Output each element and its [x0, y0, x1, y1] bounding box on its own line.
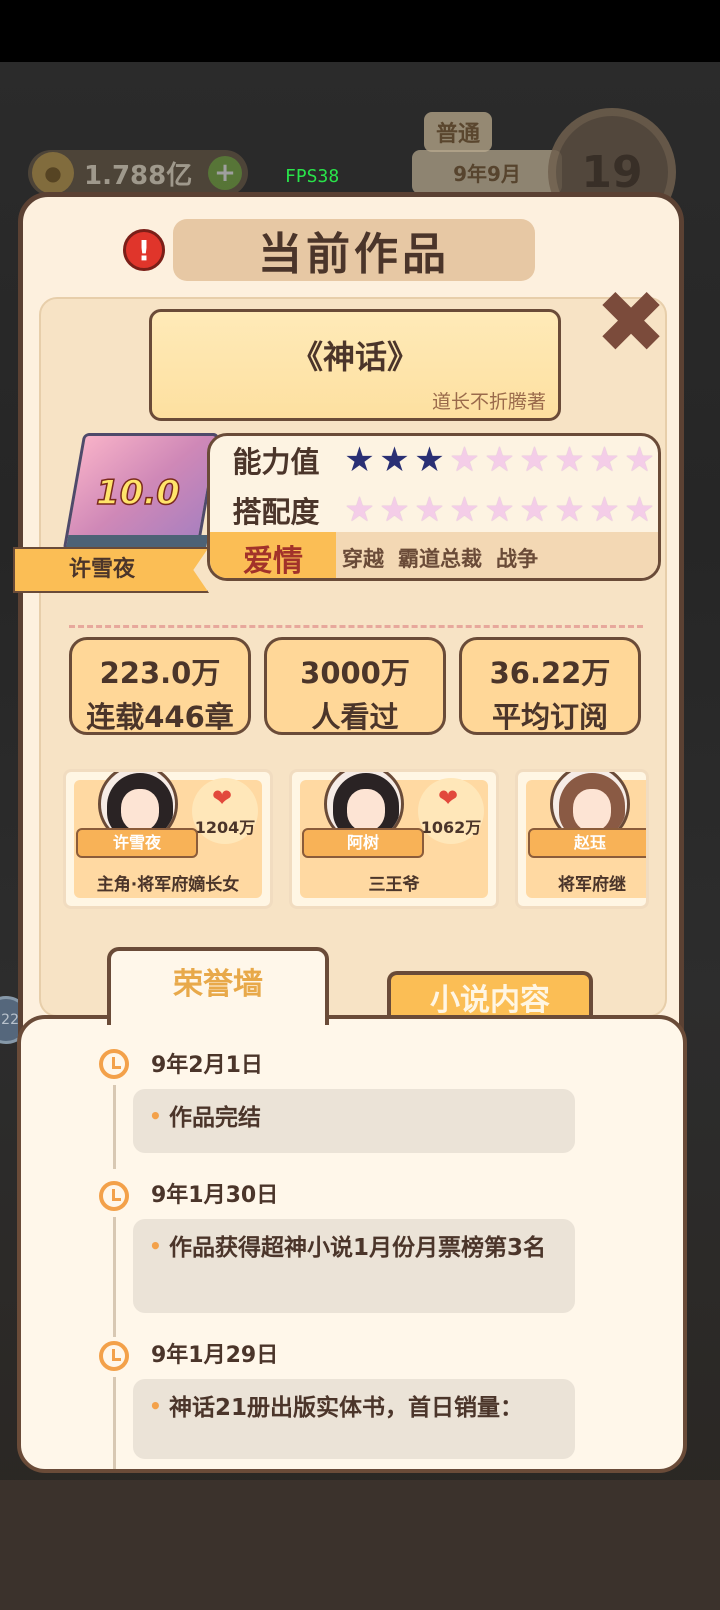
stat-readers: 3000万 人看过 [264, 637, 446, 735]
likes-bubble: ❤ 1204万 [192, 778, 258, 844]
stat-label: 人看过 [311, 700, 399, 734]
star-empty-icon: ★ [589, 490, 620, 530]
timeline-date: 9年2月1日 [151, 1053, 263, 1078]
timeline-entry: 神话21册出版实体书，首日销量： [133, 1379, 575, 1459]
divider [69, 625, 643, 628]
attribute-box: 能力值 ★ ★ ★ ★ ★ ★ ★ ★ ★ 搭配度 ★ ★ ★ ★ ★ ★ ★ ★ ★ 爱情 穿越 霸道总裁 战… [207, 433, 661, 581]
star-empty-icon: ★ [624, 440, 655, 480]
stat-chapters: 223.0万 连载446章 [69, 637, 251, 735]
timeline-date: 9年1月29日 [151, 1343, 279, 1368]
clock-icon [99, 1341, 129, 1371]
star-empty-icon: ★ [589, 440, 620, 480]
heart-icon: ❤ [212, 784, 233, 812]
close-button[interactable]: ✖ [593, 280, 669, 366]
book-title: 《神话》 [290, 338, 419, 376]
stat-value: 223.0万 [99, 656, 221, 690]
stat-value: 3000万 [300, 656, 410, 690]
timeline-entry: 作品获得超神小说1月份月票榜第3名 [133, 1219, 575, 1313]
match-row: 搭配度 ★ ★ ★ ★ ★ ★ ★ ★ ★ [210, 486, 658, 534]
sub-genre-list: 穿越 霸道总裁 战争 [336, 532, 658, 578]
star-empty-icon: ★ [624, 490, 655, 530]
character-card[interactable]: 赵珏 将军府继 [515, 769, 649, 909]
timeline-date: 9年1月30日 [151, 1183, 279, 1208]
sub-genre: 战争 [496, 547, 538, 571]
star-empty-icon: ★ [449, 490, 480, 530]
main-genre: 爱情 [210, 532, 336, 578]
character-card[interactable]: ❤ 1062万 阿树 三王爷 [289, 769, 499, 909]
timeline-line [113, 1085, 116, 1169]
heart-icon: ❤ [438, 784, 459, 812]
protagonist-ribbon: 许雪夜 [13, 547, 209, 593]
star-filled-icon: ★ [414, 440, 445, 480]
likes-value: 1062万 [420, 818, 482, 837]
fps-counter: FPS38 [285, 166, 340, 187]
game-date: 9年9月 [412, 150, 562, 194]
clock-icon [99, 1181, 129, 1211]
stat-label: 平均订阅 [491, 700, 608, 734]
sub-genre: 霸道总裁 [398, 547, 482, 571]
clock-icon [99, 1049, 129, 1079]
star-filled-icon: ★ [379, 440, 410, 480]
star-filled-icon: ★ [344, 440, 375, 480]
stat-subscriptions: 36.22万 平均订阅 [459, 637, 641, 735]
difficulty-tag: 普通 [424, 112, 492, 152]
coin-value: 1.788亿 [84, 160, 193, 191]
timeline-entry: 作品完结 [133, 1089, 575, 1153]
book-score: 10.0 [95, 472, 180, 514]
coin-icon: ● [32, 152, 74, 194]
modal-title: 当前作品 [173, 219, 535, 281]
character-name: 阿树 [302, 828, 424, 858]
status-bar [0, 0, 720, 62]
star-empty-icon: ★ [519, 440, 550, 480]
add-coins-button[interactable]: + [208, 156, 242, 190]
timeline-line [113, 1217, 116, 1337]
author-label: 道长不折腾著 [431, 391, 546, 413]
character-role: 将军府继 [558, 875, 626, 895]
character-card[interactable]: ❤ 1204万 许雪夜 主角·将军府嫡长女 [63, 769, 273, 909]
tab-label: 小说内容 [430, 983, 550, 1018]
match-stars: ★ ★ ★ ★ ★ ★ ★ ★ ★ [342, 490, 657, 530]
coin-counter[interactable]: ● 1.788亿 + [28, 150, 248, 196]
star-empty-icon: ★ [554, 440, 585, 480]
character-name: 赵珏 [528, 828, 646, 858]
likes-bubble: ❤ 1062万 [418, 778, 484, 844]
alert-icon[interactable]: ! [123, 229, 165, 271]
star-empty-icon: ★ [554, 490, 585, 530]
character-role: 主角·将军府嫡长女 [96, 875, 240, 895]
star-empty-icon: ★ [414, 490, 445, 530]
star-empty-icon: ★ [379, 490, 410, 530]
stat-label: 连载446章 [86, 700, 234, 734]
star-empty-icon: ★ [344, 490, 375, 530]
star-empty-icon: ★ [484, 490, 515, 530]
character-role: 三王爷 [368, 875, 420, 895]
tab-label: 荣誉墙 [173, 967, 263, 1002]
current-work-modal: ! 当前作品 ✖ 《神话》 道长不折腾著 10.0 许雪夜 能力值 ★ ★ ★ ★ ★ ★… [13, 192, 687, 1473]
bottom-floor [0, 1480, 720, 1610]
likes-value: 1204万 [194, 818, 256, 837]
protagonist-name: 许雪夜 [68, 557, 135, 582]
ability-stars: ★ ★ ★ ★ ★ ★ ★ ★ ★ [342, 440, 657, 480]
sub-genre: 穿越 [342, 547, 384, 571]
honor-wall-timeline[interactable]: 9年2月1日 作品完结 9年1月30日 作品获得超神小说1月份月票榜第3名 9年… [17, 1015, 687, 1473]
timeline-line [113, 1377, 116, 1469]
match-label: 搭配度 [232, 495, 320, 529]
tab-honor-wall[interactable]: 荣誉墙 [107, 947, 329, 1025]
tab-novel-content[interactable]: 小说内容 [387, 971, 593, 1019]
character-name: 许雪夜 [76, 828, 198, 858]
star-empty-icon: ★ [519, 490, 550, 530]
star-empty-icon: ★ [484, 440, 515, 480]
star-empty-icon: ★ [449, 440, 480, 480]
stat-value: 36.22万 [489, 656, 611, 690]
ability-label: 能力值 [232, 445, 320, 479]
ability-row: 能力值 ★ ★ ★ ★ ★ ★ ★ ★ ★ [210, 436, 658, 484]
book-title-box: 《神话》 道长不折腾著 [149, 309, 561, 421]
genre-row: 爱情 穿越 霸道总裁 战争 [210, 532, 658, 578]
